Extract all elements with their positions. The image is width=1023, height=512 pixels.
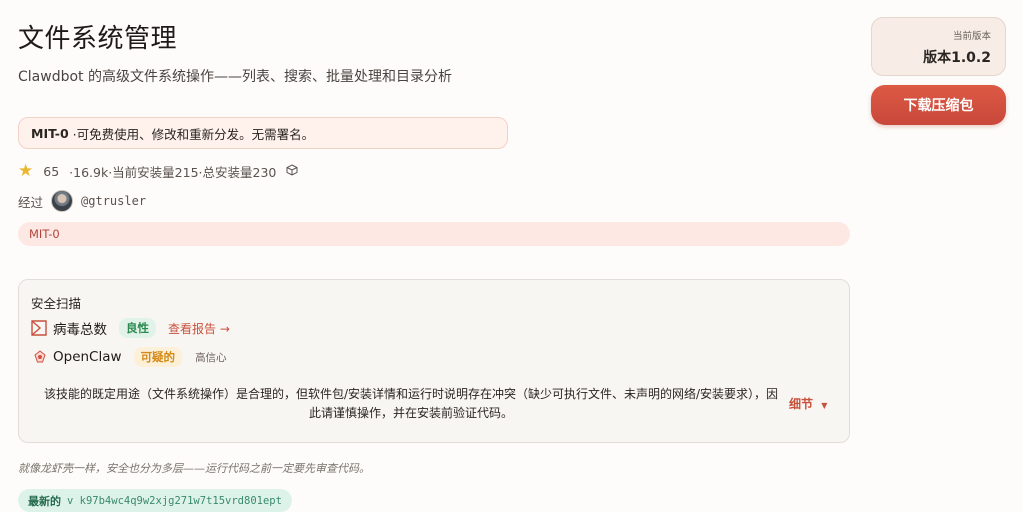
star-icon[interactable]: ★ <box>18 163 33 180</box>
page-title: 文件系统管理 <box>18 24 178 54</box>
author-handle[interactable]: @gtrusler <box>81 194 146 208</box>
page-subtitle: Clawdbot 的高级文件系统操作——列表、搜索、批量处理和目录分析 <box>18 69 452 85</box>
openclaw-name: OpenClaw <box>53 349 122 365</box>
license-name: MIT-0 <box>31 125 69 141</box>
cube-icon <box>286 163 298 180</box>
details-label: 细节 <box>789 397 814 411</box>
security-footnote: 就像龙虾壳一样，安全也分为多层——运行代码之前一定要先审查代码。 <box>18 462 370 475</box>
version-value: 版本1.0.2 <box>923 50 991 66</box>
version-label: 当前版本 <box>952 31 991 42</box>
stats-details: ·16.9k·当前安装量215·总安装量230 <box>69 165 277 180</box>
openclaw-icon <box>34 350 46 363</box>
caret-down-icon: ▼ <box>821 401 828 410</box>
openclaw-status-badge: 可疑的 <box>133 347 183 367</box>
latest-version-badge[interactable]: 最新的 v k97b4wc4q9w2xjg271w7t15vrd801ept <box>18 489 292 512</box>
virustotal-name: 病毒总数 <box>53 322 107 338</box>
author-prefix: 经过 <box>18 194 44 210</box>
virustotal-status-badge: 良性 <box>119 318 156 338</box>
download-zip-button[interactable]: 下载压缩包 <box>871 85 1006 125</box>
scan-description: 该技能的既定用途（文件系统操作）是合理的，但软件包/安装详情和运行时说明存在冲突… <box>43 387 779 420</box>
openclaw-confidence: 高信心 <box>195 351 227 364</box>
latest-hash: v k97b4wc4q9w2xjg271w7t15vrd801ept <box>67 494 282 507</box>
license-tag[interactable]: MIT-0 <box>18 222 850 246</box>
current-version-card: 当前版本 版本1.0.2 <box>871 17 1006 76</box>
details-toggle[interactable]: 细节 ▼ <box>789 395 827 412</box>
virustotal-icon <box>31 320 47 336</box>
stars-count: 65 <box>43 164 60 179</box>
security-scan-card: 安全扫描 病毒总数 良性 查看报告 → OpenClaw 可疑的 高信心 该技能… <box>18 279 850 443</box>
virustotal-row: 病毒总数 良性 查看报告 → <box>31 318 230 338</box>
view-report-link[interactable]: 查看报告 → <box>168 320 230 337</box>
security-scan-title: 安全扫描 <box>31 296 82 311</box>
openclaw-row: OpenClaw 可疑的 高信心 <box>31 347 227 367</box>
license-notice: MIT-0 ·可免费使用、修改和重新分发。无需署名。 <box>18 117 508 149</box>
license-text: ·可免费使用、修改和重新分发。无需署名。 <box>72 126 315 142</box>
avatar[interactable] <box>51 190 74 212</box>
author-row: 经过 @gtrusler <box>18 190 146 212</box>
stats-row: ★ 65 ·16.9k·当前安装量215·总安装量230 <box>18 162 298 181</box>
latest-label: 最新的 <box>28 494 61 508</box>
